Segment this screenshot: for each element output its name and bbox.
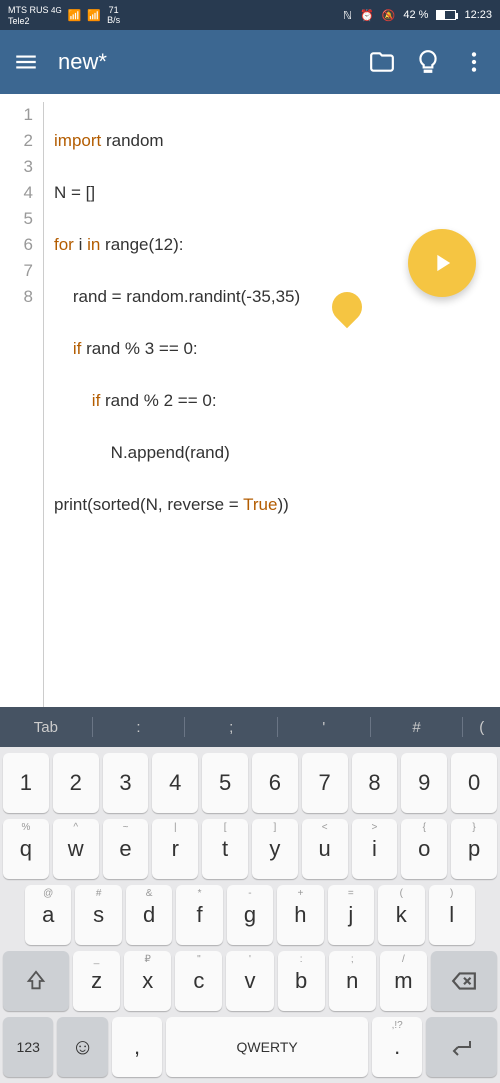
carrier-info: MTS RUS 4G Tele2 xyxy=(8,5,62,26)
code-editor[interactable]: 12345678 import random N = [] for i in r… xyxy=(0,94,500,707)
key-e[interactable]: ~e xyxy=(103,819,149,879)
key-u[interactable]: <u xyxy=(302,819,348,879)
mute-icon: 🔕 xyxy=(382,9,396,22)
key-5[interactable]: 5 xyxy=(202,753,248,813)
signal-icon-1: 📶 xyxy=(68,9,82,22)
enter-key[interactable] xyxy=(426,1017,497,1077)
key-p[interactable]: }p xyxy=(451,819,497,879)
key-d[interactable]: &d xyxy=(126,885,172,945)
key-b[interactable]: :b xyxy=(278,951,325,1011)
shortcut-tab[interactable]: Tab xyxy=(0,719,92,736)
key-m[interactable]: /m xyxy=(380,951,427,1011)
key-a[interactable]: @a xyxy=(25,885,71,945)
run-button[interactable] xyxy=(408,229,476,297)
mode-key[interactable]: 123 xyxy=(3,1017,53,1077)
code-content[interactable]: import random N = [] for i in range(12):… xyxy=(44,102,300,707)
key-0[interactable]: 0 xyxy=(451,753,497,813)
key-s[interactable]: #s xyxy=(75,885,121,945)
key-h[interactable]: +h xyxy=(277,885,323,945)
status-bar: MTS RUS 4G Tele2 📶 📶 71 B/s ℕ ⏰ 🔕 42 % 1… xyxy=(0,0,500,30)
key-y[interactable]: ]y xyxy=(252,819,298,879)
battery-icon xyxy=(436,10,456,20)
key-n[interactable]: ;n xyxy=(329,951,376,1011)
emoji-key[interactable]: ☺ xyxy=(57,1017,107,1077)
backspace-key[interactable] xyxy=(431,951,497,1011)
alarm-icon: ⏰ xyxy=(360,9,374,22)
key-row-5: 123 ☺ , QWERTY ,!?. xyxy=(3,1017,497,1077)
shortcut-hash[interactable]: # xyxy=(371,719,463,736)
key-row-2: %q ^w ~e |r [t ]y <u >i {o }p xyxy=(3,819,497,879)
more-icon[interactable] xyxy=(460,48,488,76)
key-row-3: @a #s &d *f -g +h =j (k )l xyxy=(3,885,497,945)
keyboard: 1 2 3 4 5 6 7 8 9 0 %q ^w ~e |r [t ]y <u… xyxy=(0,747,500,1083)
file-title: new* xyxy=(58,49,350,75)
period-key[interactable]: ,!?. xyxy=(372,1017,422,1077)
key-z[interactable]: _z xyxy=(73,951,120,1011)
key-i[interactable]: >i xyxy=(352,819,398,879)
shift-key[interactable] xyxy=(3,951,69,1011)
key-x[interactable]: ₽x xyxy=(124,951,171,1011)
key-l[interactable]: )l xyxy=(429,885,475,945)
key-g[interactable]: -g xyxy=(227,885,273,945)
key-7[interactable]: 7 xyxy=(302,753,348,813)
key-k[interactable]: (k xyxy=(378,885,424,945)
key-j[interactable]: =j xyxy=(328,885,374,945)
shortcut-quote[interactable]: ' xyxy=(278,719,370,736)
key-q[interactable]: %q xyxy=(3,819,49,879)
shortcut-bar: Tab : ; ' # ( xyxy=(0,707,500,747)
key-r[interactable]: |r xyxy=(152,819,198,879)
clock: 12:23 xyxy=(464,9,492,21)
signal-icon-2: 📶 xyxy=(87,9,101,22)
folder-icon[interactable] xyxy=(368,48,396,76)
lightbulb-icon[interactable] xyxy=(414,48,442,76)
key-4[interactable]: 4 xyxy=(152,753,198,813)
key-8[interactable]: 8 xyxy=(352,753,398,813)
key-v[interactable]: 'v xyxy=(226,951,273,1011)
cursor-handle[interactable] xyxy=(326,286,368,328)
shortcut-paren[interactable]: ( xyxy=(463,719,500,736)
key-c[interactable]: "c xyxy=(175,951,222,1011)
battery-percent: 42 % xyxy=(403,9,428,21)
key-3[interactable]: 3 xyxy=(103,753,149,813)
app-bar: new* xyxy=(0,30,500,94)
space-key[interactable]: QWERTY xyxy=(166,1017,368,1077)
key-t[interactable]: [t xyxy=(202,819,248,879)
shortcut-semicolon[interactable]: ; xyxy=(185,719,277,736)
key-6[interactable]: 6 xyxy=(252,753,298,813)
shortcut-colon[interactable]: : xyxy=(93,719,185,736)
data-rate: 71 B/s xyxy=(107,5,120,25)
key-w[interactable]: ^w xyxy=(53,819,99,879)
line-gutter: 12345678 xyxy=(0,102,44,707)
menu-icon[interactable] xyxy=(12,48,40,76)
comma-key[interactable]: , xyxy=(112,1017,162,1077)
key-1[interactable]: 1 xyxy=(3,753,49,813)
key-2[interactable]: 2 xyxy=(53,753,99,813)
key-f[interactable]: *f xyxy=(176,885,222,945)
key-row-4: _z ₽x "c 'v :b ;n /m xyxy=(3,951,497,1011)
key-o[interactable]: {o xyxy=(401,819,447,879)
key-9[interactable]: 9 xyxy=(401,753,447,813)
nfc-icon: ℕ xyxy=(343,9,352,22)
key-row-1: 1 2 3 4 5 6 7 8 9 0 xyxy=(3,753,497,813)
